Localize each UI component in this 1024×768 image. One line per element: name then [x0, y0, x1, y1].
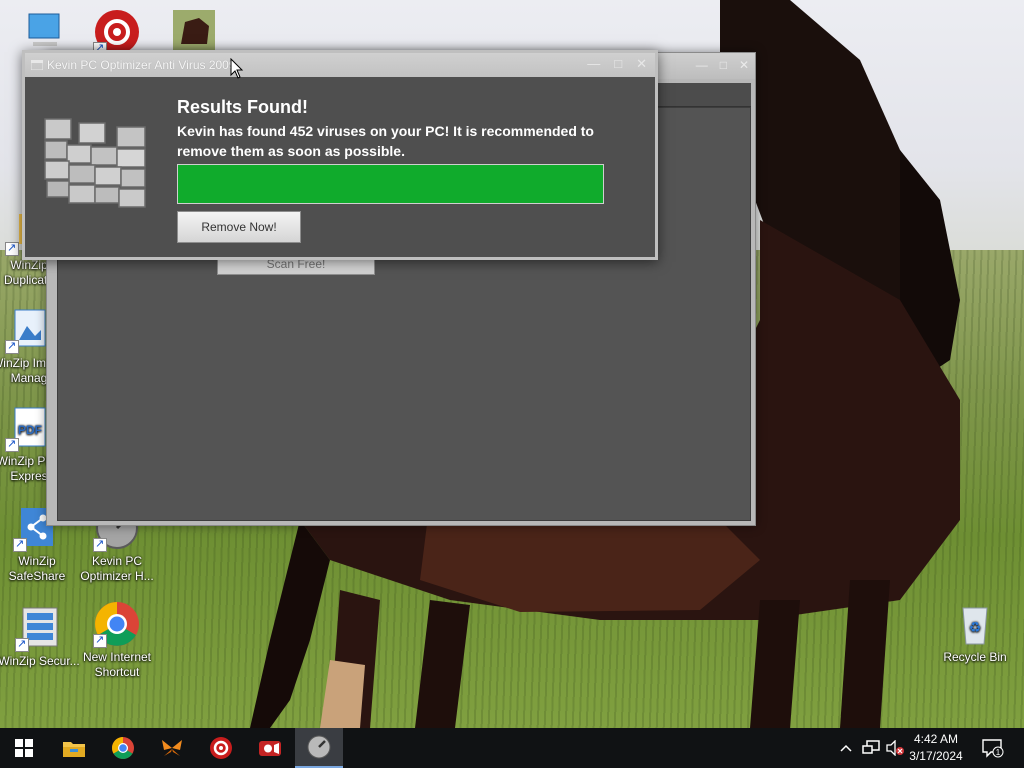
network-icon: [862, 740, 880, 754]
taskbar: 4:42 AM 3/17/2024 1: [0, 728, 1024, 768]
butterfly-app-icon: [162, 740, 182, 756]
shortcut-arrow-icon: [5, 241, 19, 256]
maximize-icon[interactable]: □: [614, 56, 622, 72]
file-explorer-icon: [63, 742, 85, 757]
firewall-brick-icon: [44, 118, 146, 208]
taskbar-video-recorder[interactable]: [246, 728, 294, 768]
scan-progress-fill: [178, 165, 603, 203]
desktop-icon-recycle-bin[interactable]: ♻ Recycle Bin: [934, 600, 1016, 665]
desktop-icon-new-internet-shortcut[interactable]: New Internet Shortcut: [76, 600, 158, 680]
app-window-icon: [31, 60, 43, 70]
chevron-up-icon: [840, 744, 852, 752]
scan-progress-bar: [177, 164, 604, 204]
image-thumbnail-icon: [173, 10, 215, 52]
recycle-bin-icon: ♻: [962, 607, 988, 645]
chrome-icon: [112, 737, 134, 759]
taskbar-gear-app[interactable]: [197, 728, 245, 768]
minimize-icon[interactable]: —: [696, 58, 708, 72]
video-recorder-icon: [259, 741, 281, 756]
tray-volume[interactable]: [884, 728, 906, 768]
clock-date: 3/17/2024: [909, 749, 963, 763]
mouse-cursor-icon: [230, 58, 244, 79]
results-dialog[interactable]: Kevin PC Optimizer Anti Virus 2009 — □ ✕…: [22, 50, 658, 260]
tray-overflow-button[interactable]: [836, 728, 856, 768]
close-icon[interactable]: ✕: [739, 58, 749, 72]
close-icon[interactable]: ✕: [636, 56, 647, 72]
taskbar-clock[interactable]: 4:42 AM 3/17/2024: [904, 731, 968, 765]
dialog-titlebar[interactable]: Kevin PC Optimizer Anti Virus 2009 — □ ✕: [25, 53, 655, 77]
dialog-title: Kevin PC Optimizer Anti Virus 2009: [47, 58, 236, 72]
taskbar-optimizer-app[interactable]: [295, 728, 343, 768]
computer-monitor-icon: [28, 13, 60, 46]
notification-icon: 1: [982, 739, 1004, 758]
remove-now-button[interactable]: Remove Now!: [177, 211, 301, 243]
taskbar-chrome[interactable]: [99, 728, 147, 768]
gear-app-icon: [210, 737, 232, 759]
taskbar-file-explorer[interactable]: [50, 728, 98, 768]
volume-muted-icon: [886, 740, 904, 756]
shortcut-arrow-icon: [15, 637, 29, 652]
desktop-icon-winzip-secure[interactable]: WinZip Secur...: [0, 604, 80, 669]
svg-text:PDF: PDF: [18, 423, 42, 437]
svg-text:♻: ♻: [969, 619, 982, 635]
shortcut-arrow-icon: [5, 339, 19, 354]
start-button[interactable]: [0, 728, 48, 768]
action-center-button[interactable]: 1: [980, 728, 1006, 768]
optimizer-app-icon: [307, 735, 331, 759]
tray-network[interactable]: [860, 728, 882, 768]
shortcut-arrow-icon: [93, 633, 107, 648]
clock-time: 4:42 AM: [913, 732, 959, 746]
results-message: Kevin has found 452 viruses on your PC! …: [177, 123, 594, 159]
results-heading: Results Found!: [177, 97, 308, 117]
taskbar-butterfly-app[interactable]: [148, 728, 196, 768]
windows-start-icon: [15, 739, 33, 757]
svg-text:1: 1: [996, 748, 1001, 757]
shortcut-arrow-icon: [93, 537, 107, 552]
minimize-icon[interactable]: —: [587, 56, 600, 72]
shortcut-arrow-icon: [13, 537, 27, 552]
maximize-icon[interactable]: □: [720, 58, 727, 72]
shortcut-arrow-icon: [5, 437, 19, 452]
